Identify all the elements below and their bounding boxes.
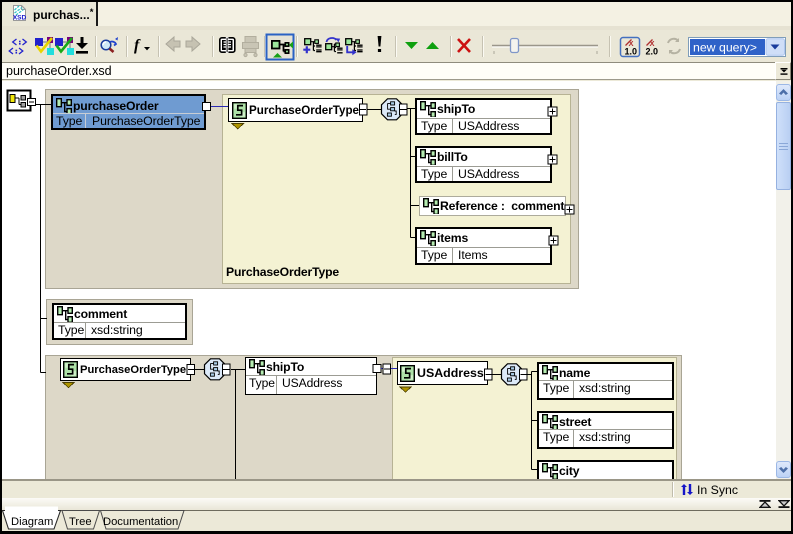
svg-text:2.0: 2.0: [646, 47, 659, 57]
svg-text:Tree: Tree: [69, 516, 92, 528]
svg-text:XSD: XSD: [13, 15, 26, 22]
svg-text:f: f: [134, 37, 141, 54]
svg-text:1.0: 1.0: [625, 47, 638, 57]
svg-text:Documentation: Documentation: [103, 516, 178, 528]
svg-text:Diagram: Diagram: [11, 516, 53, 528]
svg-text:new query>: new query>: [693, 41, 757, 55]
